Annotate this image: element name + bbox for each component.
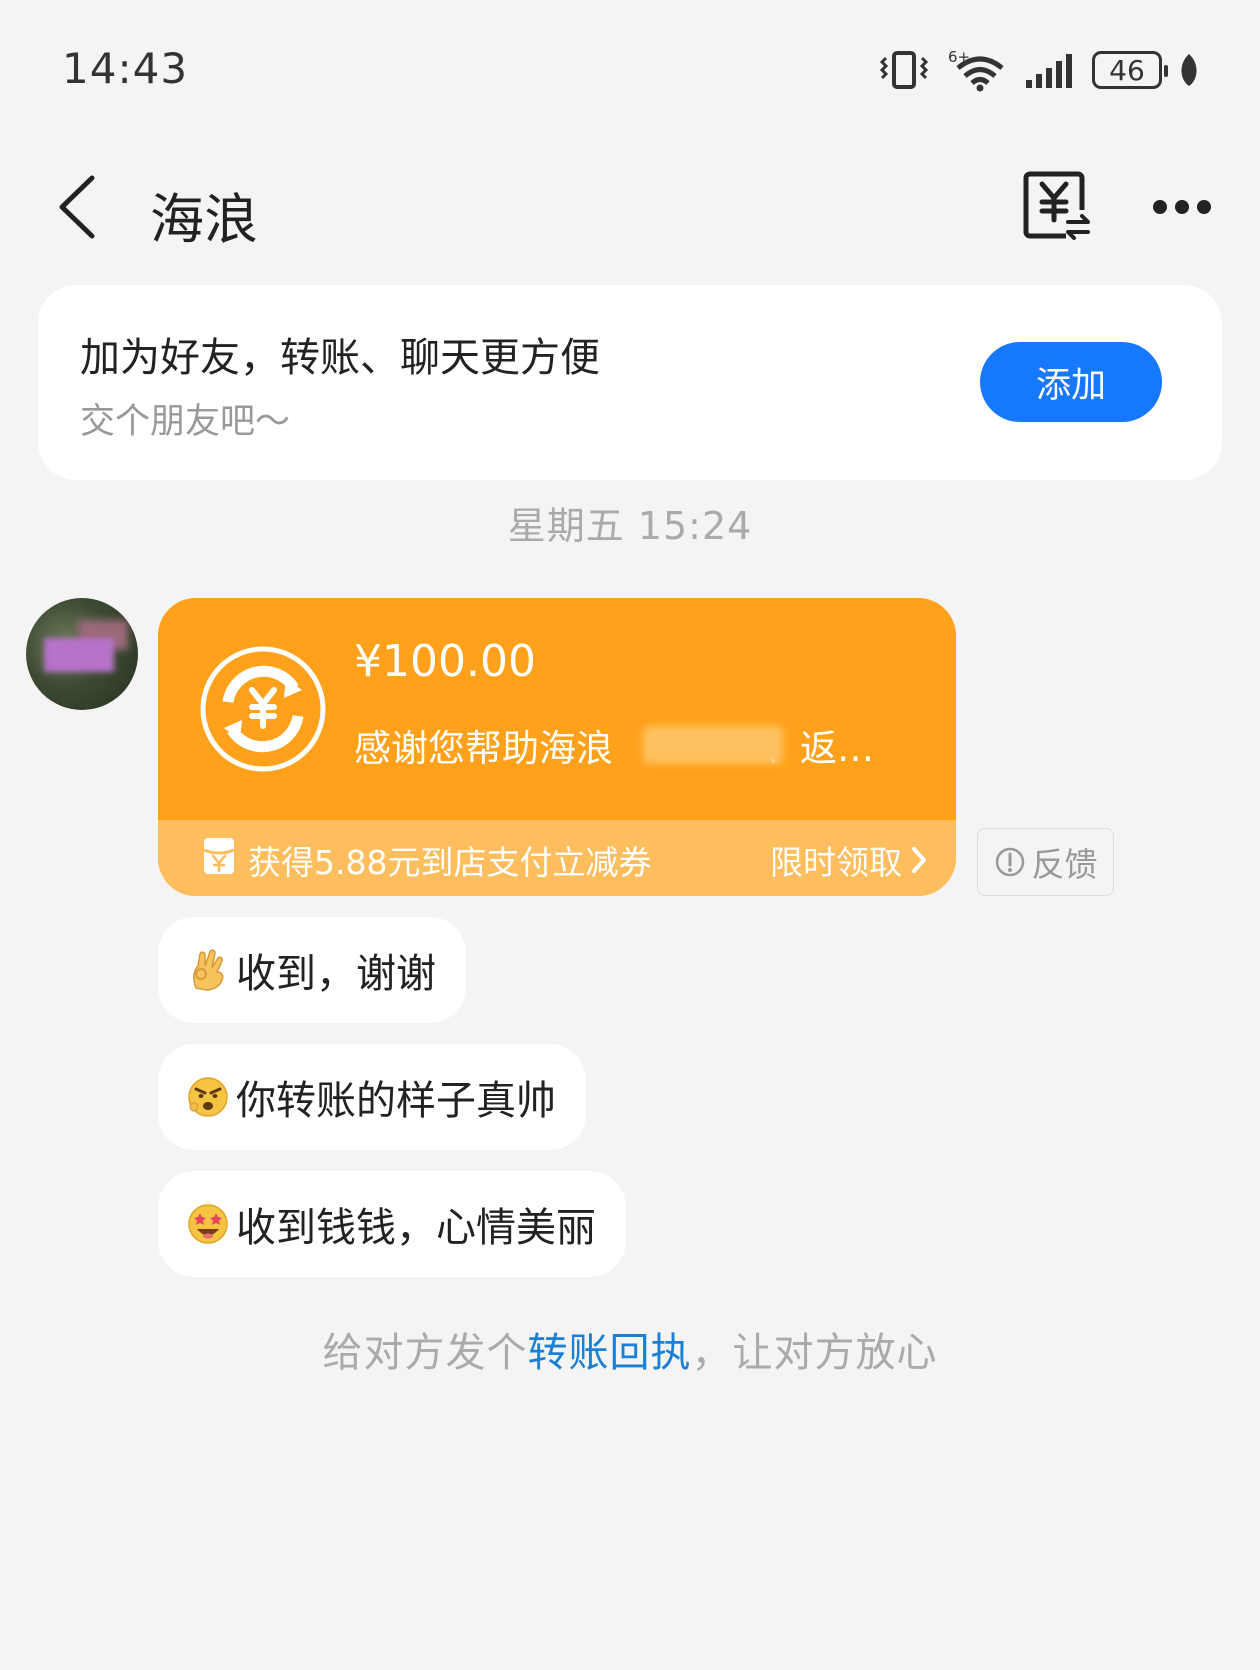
star-struck-face-emoji-icon	[188, 1204, 228, 1244]
transfer-remark-text: 感谢您帮助海浪	[354, 727, 613, 770]
transfer-card[interactable]: ¥100.00 感谢您帮助海浪 、返… 获得5.88元到店支付立减券 限时领取	[158, 598, 956, 896]
message-timestamp: 星期五 15:24	[507, 504, 753, 548]
coupon-icon	[203, 838, 235, 874]
more-options-icon[interactable]	[1150, 195, 1214, 219]
message-bubble[interactable]: 收到钱钱，心情美丽	[158, 1171, 626, 1277]
signal-icon	[1026, 54, 1072, 88]
receipt-tip: 给对方发个转账回执，让对方放心	[0, 1320, 1260, 1378]
add-friend-subtitle: 交个朋友吧～	[80, 402, 291, 442]
receipt-tip-prefix: 给对方发个	[322, 1330, 528, 1376]
add-friend-button[interactable]: 添加	[980, 342, 1162, 422]
message-bubble[interactable]: 你转账的样子真帅	[158, 1044, 586, 1150]
battery-level: 46	[1109, 53, 1145, 87]
message-text: 你转账的样子真帅	[236, 1078, 556, 1124]
coupon-text: 获得5.88元到店支付立减券	[248, 843, 652, 882]
power-saving-leaf-icon	[1181, 54, 1197, 86]
vibrate-icon	[879, 51, 929, 89]
ok-hand-emoji-icon	[193, 949, 224, 991]
wifi-icon: 6+	[948, 48, 1004, 92]
battery-icon: 46	[1092, 51, 1168, 89]
claim-coupon-label: 限时领取	[770, 843, 902, 882]
transfer-coin-icon	[200, 646, 326, 772]
feedback-button[interactable]: 反馈	[977, 828, 1114, 896]
message-bubble[interactable]: 收到，谢谢	[158, 917, 466, 1023]
status-time: 14:43	[62, 44, 189, 93]
message-text: 收到，谢谢	[236, 951, 436, 997]
receipt-tip-suffix: ，让对方放心	[691, 1330, 938, 1376]
feedback-label: 反馈	[1031, 845, 1098, 884]
back-arrow-icon[interactable]	[52, 172, 102, 242]
claim-coupon-link[interactable]: 限时领取	[770, 836, 928, 884]
transfer-receipt-link[interactable]: 转账回执	[528, 1330, 692, 1376]
transfer-amount: ¥100.00	[354, 636, 536, 687]
chevron-right-icon	[912, 847, 926, 873]
info-circle-icon	[995, 847, 1024, 877]
add-friend-title: 加为好友，转账、聊天更方便	[80, 335, 600, 381]
message-text: 收到钱钱，心情美丽	[236, 1205, 596, 1251]
angry-face-emoji-icon	[188, 1077, 228, 1117]
chat-title: 海浪	[150, 188, 258, 251]
transfer-remark: 感谢您帮助海浪 、返…	[354, 718, 874, 772]
redacted-text-mask	[643, 726, 783, 764]
avatar[interactable]	[26, 598, 138, 710]
transfer-bill-icon[interactable]	[1020, 170, 1092, 242]
status-icons: 6+ 46	[876, 48, 1200, 92]
